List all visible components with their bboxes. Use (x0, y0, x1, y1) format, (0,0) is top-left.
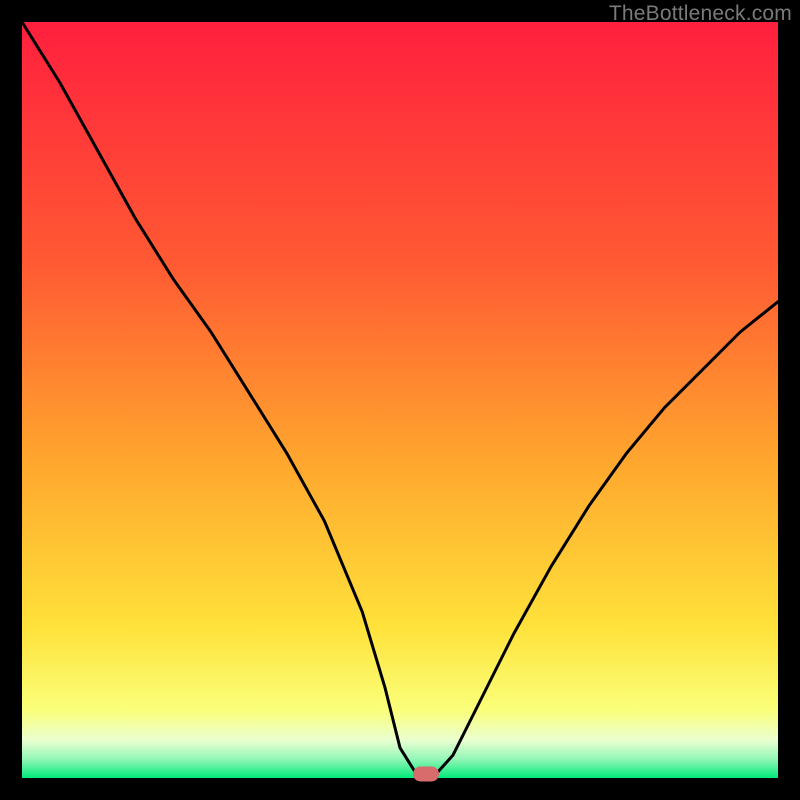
optimal-point-marker (413, 767, 439, 782)
watermark-text: TheBottleneck.com (609, 2, 792, 26)
plot-area (22, 22, 778, 778)
plot-svg (22, 22, 778, 778)
chart-frame: TheBottleneck.com (0, 0, 800, 800)
gradient-background (22, 22, 778, 778)
